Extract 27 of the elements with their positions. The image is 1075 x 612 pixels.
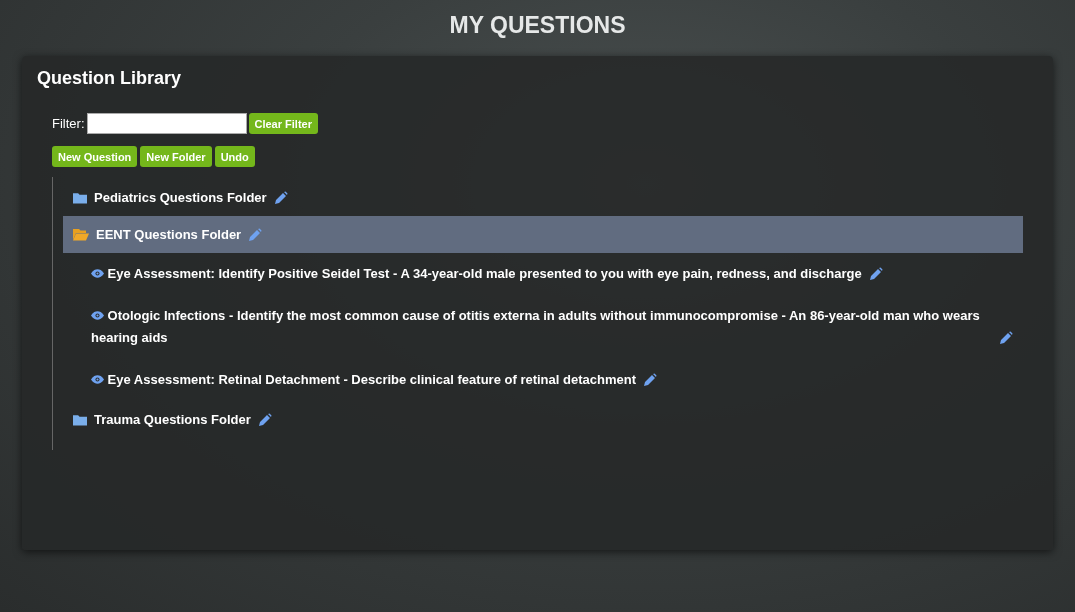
folder-row[interactable]: EENT Questions Folder: [63, 216, 1023, 253]
open-folder-icon: [73, 228, 89, 241]
edit-icon[interactable]: [257, 412, 272, 427]
question-row[interactable]: Eye Assessment: Retinal Detachment - Describe clinical feature of retinal detachment: [81, 359, 1023, 401]
edit-icon[interactable]: [273, 190, 288, 205]
question-row[interactable]: Otologic Infections - Identify the most common cause of otitis externa in adults without immunocompromise - An 86-year-old man who wears hearing aids: [81, 295, 1023, 359]
filter-label: Filter:: [52, 116, 85, 131]
edit-icon[interactable]: [999, 331, 1013, 345]
question-title: Eye Assessment: Retinal Detachment - Describe clinical feature of retinal detachment: [91, 369, 636, 391]
eye-icon: [91, 269, 104, 278]
edit-icon[interactable]: [643, 373, 657, 387]
eye-icon: [91, 311, 104, 320]
folder-icon: [73, 191, 87, 204]
filter-field[interactable]: [86, 113, 247, 134]
question-title: Otologic Infections - Identify the most common cause of otitis externa in adults without immunocompromise - An 86-year-old man who wears hearing aids: [91, 307, 981, 347]
eye-icon: [91, 375, 104, 384]
folder-name: Trauma Questions Folder: [94, 412, 251, 427]
edit-icon[interactable]: [868, 267, 883, 281]
panel-title: Question Library: [37, 68, 183, 89]
question-title: Eye Assessment: Identify Positive Seidel Test - A 34-year-old male presented to you with eye pain, redness, and discharge: [91, 263, 862, 285]
folder-name: EENT Questions Folder: [96, 227, 242, 242]
question-row[interactable]: Eye Assessment: Identify Positive Seidel Test - A 34-year-old male presented to you with eye pain, redness, and discharge: [81, 253, 1023, 295]
page-title: MY QUESTIONS: [448, 12, 627, 39]
folder-row[interactable]: Pediatrics Questions Folder: [63, 179, 1023, 216]
folder-icon: [73, 413, 87, 426]
folder-name: Pediatrics Questions Folder: [94, 190, 267, 205]
folder-row[interactable]: Trauma Questions Folder: [63, 401, 1023, 438]
